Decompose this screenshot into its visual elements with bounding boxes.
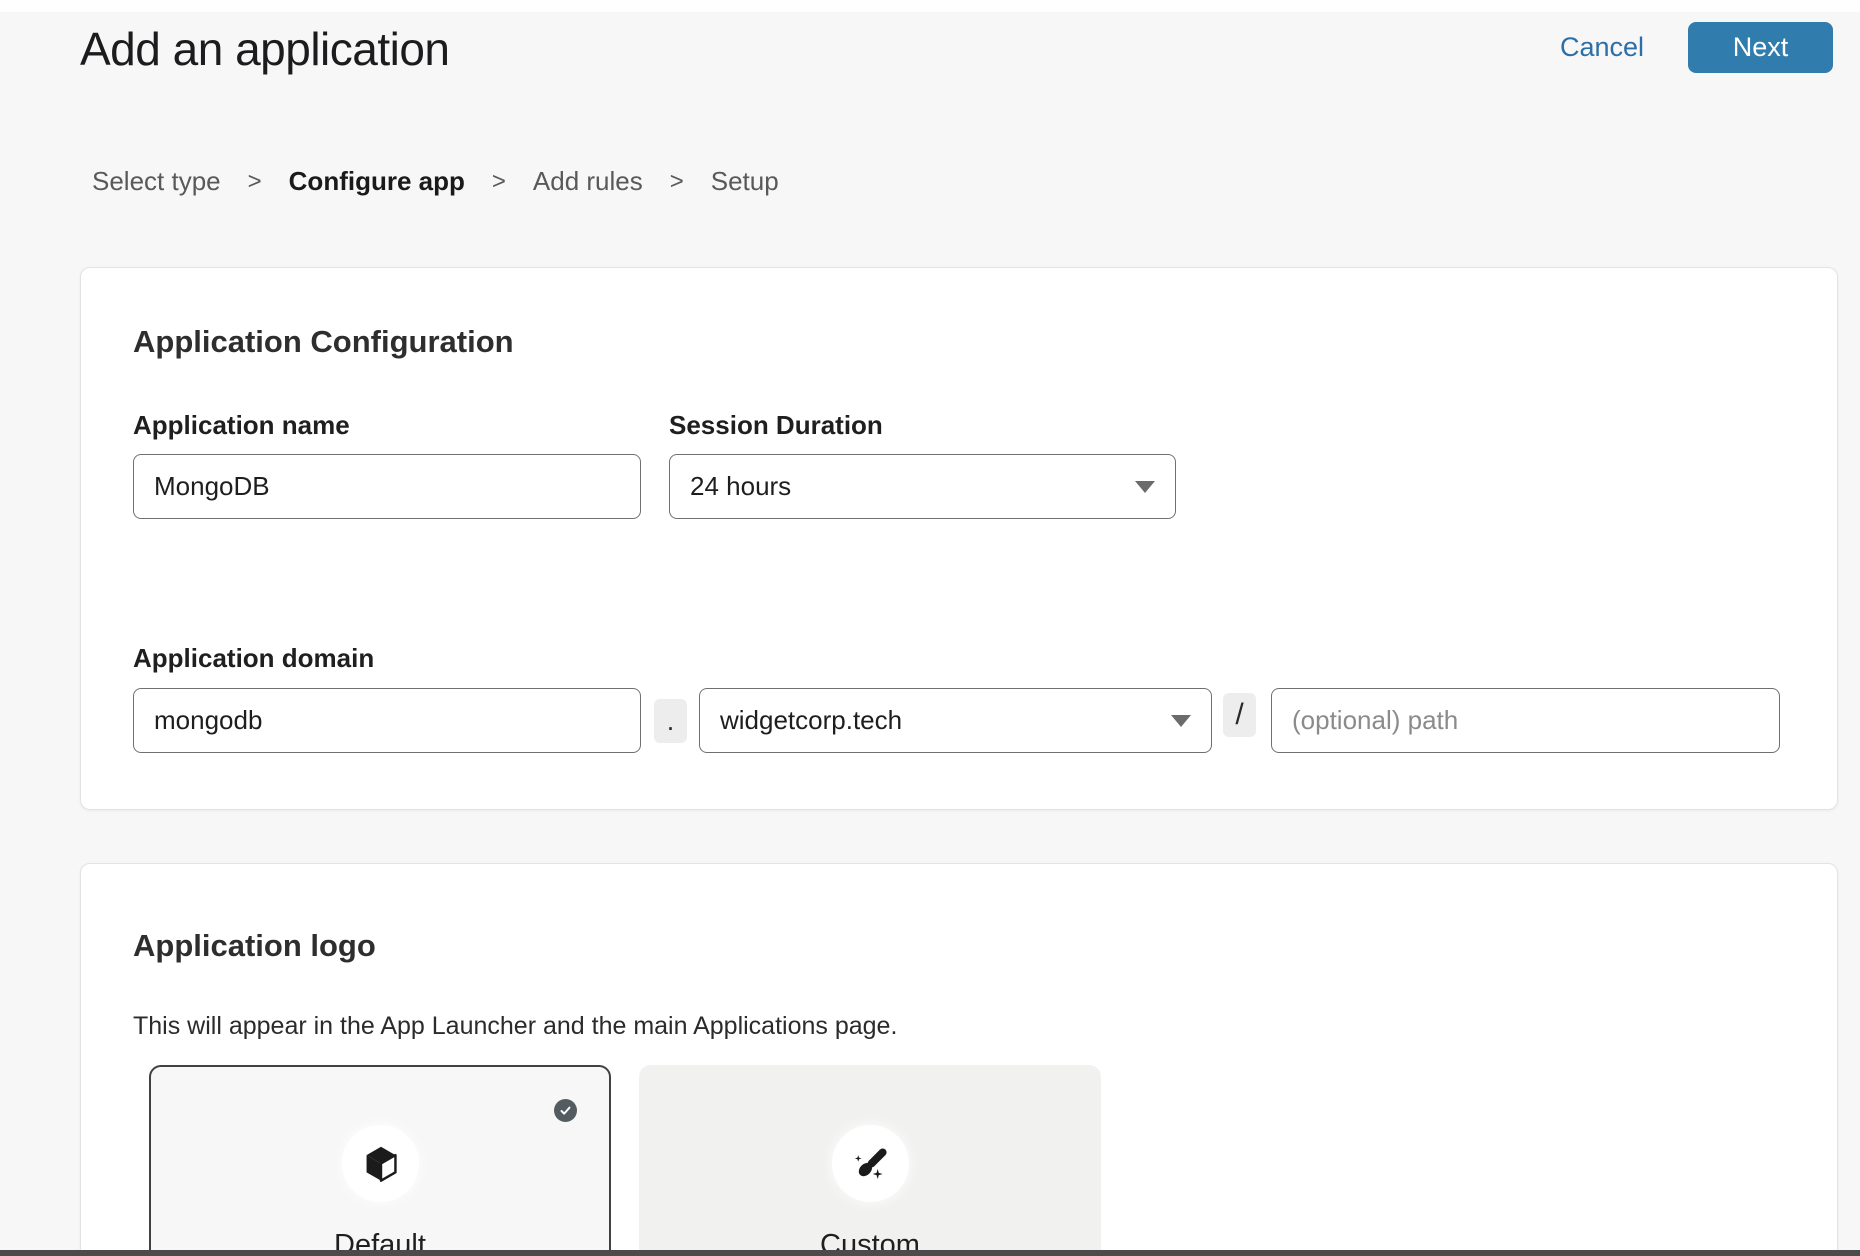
breadcrumb-step-setup[interactable]: Setup <box>711 166 779 197</box>
page-title: Add an application <box>80 22 450 76</box>
domain-select[interactable]: widgetcorp.tech <box>699 688 1212 753</box>
breadcrumb-separator: > <box>492 168 506 196</box>
paintbrush-icon <box>851 1144 891 1184</box>
path-input[interactable] <box>1271 688 1780 753</box>
logo-description: This will appear in the App Launcher and… <box>133 1012 897 1041</box>
application-configuration-card: Application Configuration Application na… <box>80 267 1838 810</box>
chevron-down-icon <box>1171 715 1191 727</box>
application-name-input[interactable] <box>133 454 641 519</box>
logo-heading: Application logo <box>133 928 376 964</box>
domain-dot-separator: . <box>654 699 687 743</box>
breadcrumb-step-configure-app[interactable]: Configure app <box>289 166 465 197</box>
selected-check-icon <box>554 1099 577 1122</box>
configuration-heading: Application Configuration <box>133 324 514 360</box>
application-logo-card: Application logo This will appear in the… <box>80 863 1838 1256</box>
application-domain-label: Application domain <box>133 643 374 674</box>
breadcrumb-separator: > <box>670 168 684 196</box>
cancel-button[interactable]: Cancel <box>1560 32 1644 63</box>
add-application-page: Add an application Cancel Next Select ty… <box>0 0 1860 1256</box>
default-logo-circle <box>342 1125 419 1202</box>
bottom-window-edge <box>0 1250 1860 1256</box>
subdomain-input[interactable] <box>133 688 641 753</box>
custom-logo-circle <box>832 1125 909 1202</box>
application-name-label: Application name <box>133 410 350 441</box>
session-duration-select[interactable]: 24 hours <box>669 454 1176 519</box>
next-button[interactable]: Next <box>1688 22 1833 73</box>
cube-icon <box>361 1144 401 1184</box>
breadcrumb-separator: > <box>248 168 262 196</box>
domain-slash-separator: / <box>1223 693 1256 737</box>
domain-select-value: widgetcorp.tech <box>720 705 1159 736</box>
chevron-down-icon <box>1135 481 1155 493</box>
breadcrumb-step-add-rules[interactable]: Add rules <box>533 166 643 197</box>
breadcrumb: Select type > Configure app > Add rules … <box>92 166 779 197</box>
logo-option-custom[interactable]: Custom <box>639 1065 1101 1256</box>
breadcrumb-step-select-type[interactable]: Select type <box>92 166 221 197</box>
logo-option-default[interactable]: Default <box>149 1065 611 1256</box>
top-strip <box>0 0 1860 12</box>
session-duration-label: Session Duration <box>669 410 883 441</box>
session-duration-value: 24 hours <box>690 471 1123 502</box>
